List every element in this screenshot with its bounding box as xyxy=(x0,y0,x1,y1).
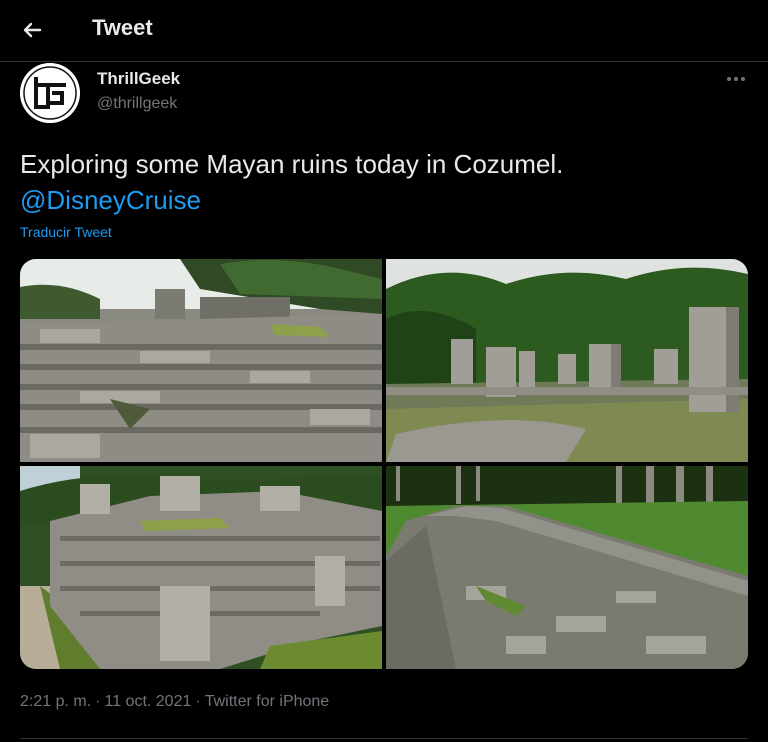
meta-separator-2: · xyxy=(195,693,201,710)
photo-2[interactable] xyxy=(386,259,748,462)
more-horizontal-icon xyxy=(727,77,745,81)
translate-tweet-link[interactable]: Traducir Tweet xyxy=(20,224,112,240)
more-options-button[interactable] xyxy=(722,66,750,92)
arrow-left-icon xyxy=(23,22,42,38)
meta-separator: · xyxy=(95,693,101,710)
tweet-date[interactable]: 11 oct. 2021 xyxy=(104,693,191,711)
divider xyxy=(20,738,748,739)
ruins-wall-photo xyxy=(20,466,382,669)
ruins-stone-steps-photo xyxy=(20,259,382,462)
tweet-text: Exploring some Mayan ruins today in Cozu… xyxy=(20,146,740,218)
tweet-source[interactable]: Twitter for iPhone xyxy=(205,693,330,711)
avatar[interactable] xyxy=(20,63,80,123)
tweet-time[interactable]: 2:21 p. m. xyxy=(20,693,91,711)
photo-3[interactable] xyxy=(20,466,382,669)
photo-1[interactable] xyxy=(20,259,382,462)
photo-4[interactable] xyxy=(386,466,748,669)
back-button[interactable] xyxy=(14,12,50,48)
thrillgeek-logo-icon xyxy=(20,63,80,123)
author-display-name[interactable]: ThrillGeek xyxy=(97,69,180,89)
stone-columns-photo xyxy=(386,259,748,462)
stone-path-photo xyxy=(386,466,748,669)
media-grid xyxy=(20,259,748,669)
tweet-meta: 2:21 p. m. · 11 oct. 2021 · Twitter for iPho… xyxy=(20,693,329,711)
author-handle[interactable]: @thrillgeek xyxy=(97,95,177,113)
top-header: Tweet xyxy=(0,0,768,62)
mention-link[interactable]: @DisneyCruise xyxy=(20,182,201,218)
tweet-body: Exploring some Mayan ruins today in Cozu… xyxy=(20,149,564,179)
page-title: Tweet xyxy=(92,15,153,40)
